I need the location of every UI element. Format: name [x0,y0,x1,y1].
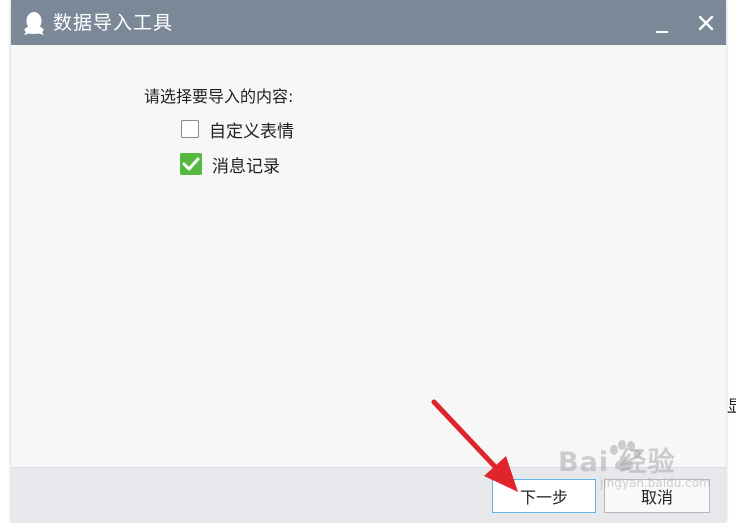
title-bar[interactable]: 数据导入工具 [11,0,726,45]
annotation-arrow-icon [431,399,518,492]
message-history-checkbox[interactable] [180,153,202,175]
minimize-button[interactable] [651,10,675,34]
checkmark-icon [182,157,200,171]
custom-emoji-checkbox[interactable] [181,120,199,138]
baidu-watermark-url: jingyan.baidu.com [600,476,711,490]
option-label: 自定义表情 [209,121,294,142]
window-title: 数据导入工具 [53,12,174,34]
minimize-icon [656,31,668,33]
background-window-edge [727,0,736,522]
option-custom-emoji[interactable]: 自定义表情 [181,118,294,142]
option-label: 消息记录 [212,156,280,177]
dialog-content: 请选择要导入的内容: 自定义表情 消息记录 [11,45,726,467]
qq-penguin-icon [24,12,44,35]
import-prompt: 请选择要导入的内容: [144,87,294,106]
close-icon [698,15,714,31]
background-partial-text: 显 [727,397,736,417]
close-button[interactable] [693,10,719,36]
baidu-watermark: Bai 经验 [558,447,676,478]
option-message-history[interactable]: 消息记录 [180,153,280,177]
